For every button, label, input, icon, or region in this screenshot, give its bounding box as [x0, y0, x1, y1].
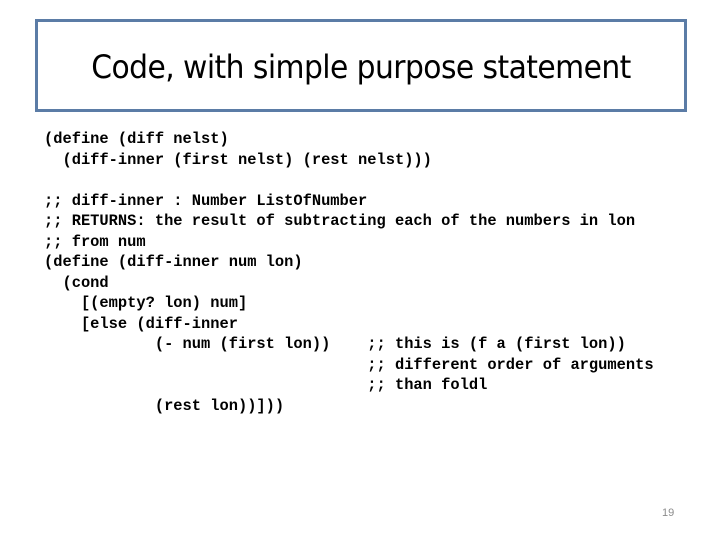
code-line: (define (diff nelst) [44, 130, 229, 148]
code-block: (define (diff nelst) (diff-inner (first … [44, 129, 654, 416]
code-line: (cond [44, 273, 109, 292]
slide-title: Code, with simple purpose statement [91, 47, 631, 86]
title-box: Code, with simple purpose statement [35, 19, 687, 112]
code-line: (diff-inner (first nelst) (rest nelst))) [44, 150, 432, 169]
code-comment-line: ;; than foldl [44, 376, 488, 394]
slide-number: 19 [662, 507, 675, 519]
code-line: [else (diff-inner [44, 314, 238, 333]
code-comment-line: ;; diff-inner : Number ListOfNumber [44, 191, 368, 210]
code-line: [(empty? lon) num] [44, 294, 248, 312]
code-line: (define (diff-inner num lon) [44, 253, 303, 271]
code-comment-line: ;; from num [44, 232, 146, 251]
code-line: (- num (first lon)) ;; this is (f a (fir… [44, 335, 626, 353]
code-comment-line: ;; different order of arguments [44, 355, 654, 374]
code-line: (rest lon))])) [44, 396, 285, 415]
code-comment-line: ;; RETURNS: the result of subtracting ea… [44, 212, 636, 230]
